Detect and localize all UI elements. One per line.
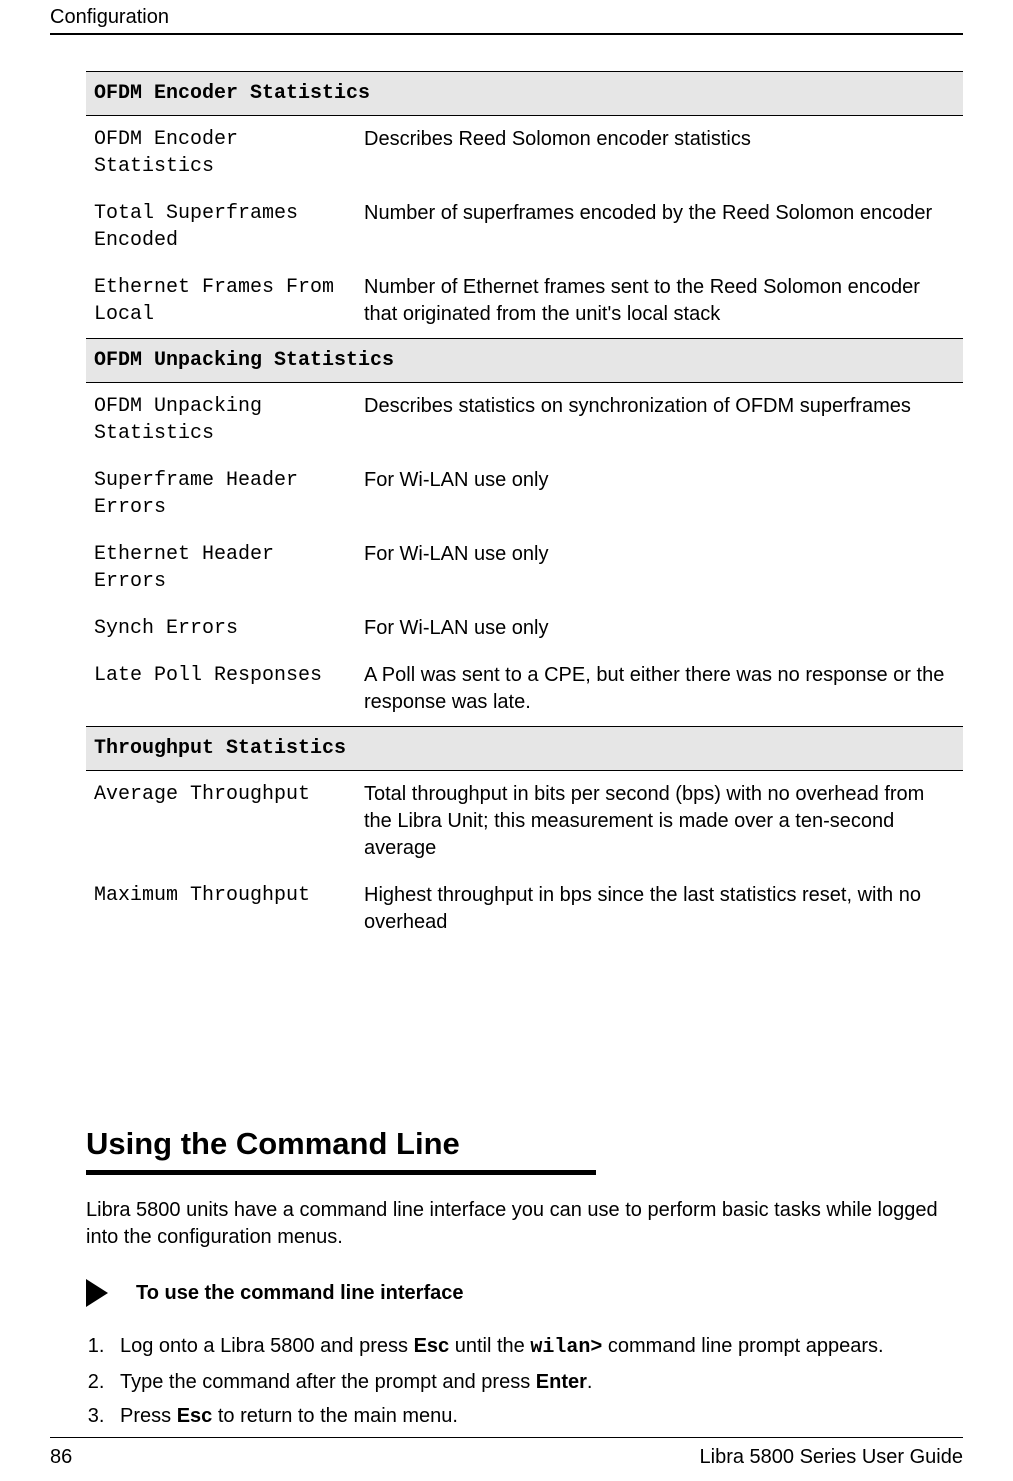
table-section-heading: OFDM Unpacking Statistics [86,339,963,383]
row-label: OFDM Encoder Statistics [86,116,356,191]
prompt-text: wilan> [530,1336,602,1359]
play-icon [86,1279,108,1307]
row-label: Total Superframes Encoded [86,190,356,264]
row-label: OFDM Unpacking Statistics [86,383,356,458]
row-label: Average Throughput [86,771,356,873]
list-item: Log onto a Libra 5800 and press Esc unti… [110,1331,963,1363]
step-text: until the [449,1335,530,1357]
row-desc: Describes statistics on synchronization … [356,383,963,458]
procedure-heading: To use the command line interface [136,1282,463,1305]
row-desc: A Poll was sent to a CPE, but either the… [356,652,963,727]
page: Configuration OFDM Encoder Statistics OF… [0,0,1013,1481]
row-label: Ethernet Header Errors [86,531,356,605]
section-heading-text: OFDM Encoder Statistics [86,72,963,116]
row-desc: Number of superframes encoded by the Ree… [356,190,963,264]
row-desc: Total throughput in bits per second (bps… [356,771,963,873]
table-row: Total Superframes Encoded Number of supe… [86,190,963,264]
table-row: OFDM Encoder Statistics Describes Reed S… [86,116,963,191]
table-row: Average Throughput Total throughput in b… [86,771,963,873]
row-label: Ethernet Frames From Local [86,264,356,339]
section-title: Using the Command Line [86,1126,963,1162]
row-desc: For Wi-LAN use only [356,457,963,531]
section-intro: Libra 5800 units have a command line int… [86,1197,963,1251]
key-name: Enter [536,1371,587,1393]
page-header: Configuration [50,0,963,35]
table-row: Maximum Throughput Highest throughput in… [86,872,963,946]
section-heading-text: OFDM Unpacking Statistics [86,339,963,383]
book-title: Libra 5800 Series User Guide [700,1446,963,1469]
row-label: Late Poll Responses [86,652,356,727]
row-desc: Number of Ethernet frames sent to the Re… [356,264,963,339]
step-text: . [587,1371,593,1393]
step-text: Press [120,1405,177,1427]
row-desc: For Wi-LAN use only [356,531,963,605]
step-text: command line prompt appears. [602,1335,883,1357]
table-row: OFDM Unpacking Statistics Describes stat… [86,383,963,458]
procedure-steps: Log onto a Libra 5800 and press Esc unti… [86,1331,963,1431]
section-rule [86,1170,596,1175]
list-item: Press Esc to return to the main menu. [110,1401,963,1431]
row-label: Maximum Throughput [86,872,356,946]
table-row: Late Poll Responses A Poll was sent to a… [86,652,963,727]
list-item: Type the command after the prompt and pr… [110,1367,963,1397]
table-row: Synch Errors For Wi-LAN use only [86,605,963,652]
row-desc: Describes Reed Solomon encoder statistic… [356,116,963,191]
step-text: Log onto a Libra 5800 and press [120,1335,414,1357]
step-text: to return to the main menu. [212,1405,458,1427]
table-row: Ethernet Frames From Local Number of Eth… [86,264,963,339]
chapter-title: Configuration [50,6,169,28]
main-content: OFDM Encoder Statistics OFDM Encoder Sta… [50,35,963,1431]
key-name: Esc [414,1335,450,1357]
step-text: Type the command after the prompt and pr… [120,1371,536,1393]
table-row: Superframe Header Errors For Wi-LAN use … [86,457,963,531]
row-label: Synch Errors [86,605,356,652]
page-footer: 86 Libra 5800 Series User Guide [50,1437,963,1469]
procedure-heading-row: To use the command line interface [86,1279,963,1307]
key-name: Esc [177,1405,213,1427]
table-row: Ethernet Header Errors For Wi-LAN use on… [86,531,963,605]
page-number: 86 [50,1446,72,1469]
row-desc: Highest throughput in bps since the last… [356,872,963,946]
statistics-table: OFDM Encoder Statistics OFDM Encoder Sta… [86,71,963,946]
table-section-heading: Throughput Statistics [86,727,963,771]
row-label: Superframe Header Errors [86,457,356,531]
section-heading-text: Throughput Statistics [86,727,963,771]
table-section-heading: OFDM Encoder Statistics [86,72,963,116]
row-desc: For Wi-LAN use only [356,605,963,652]
